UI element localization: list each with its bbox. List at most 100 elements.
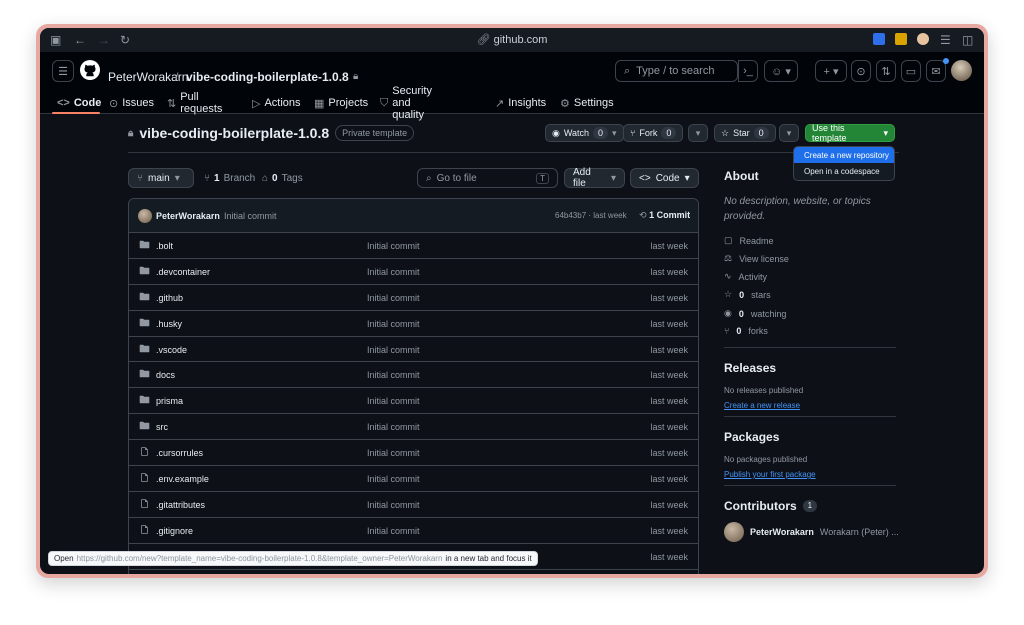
file-commit-message[interactable]: Initial commit	[367, 293, 420, 303]
create-release-link[interactable]: Create a new release	[724, 401, 800, 410]
file-name[interactable]: .cursorrules	[156, 448, 203, 458]
file-name[interactable]: .env.example	[156, 474, 209, 484]
file-name[interactable]: .gitignore	[156, 526, 193, 536]
activity-link[interactable]: ∿ Activity	[724, 271, 767, 282]
file-name[interactable]: .vscode	[156, 345, 187, 355]
file-row[interactable]: .husky Initial commit last week	[129, 311, 698, 337]
tab-insights[interactable]: ↗ Insights	[495, 92, 546, 114]
search-input[interactable]: ⌕ Type / to search	[615, 60, 738, 82]
issues-button[interactable]: ⊙	[851, 60, 871, 82]
packages-title[interactable]: Packages	[724, 430, 779, 444]
contributor-item[interactable]: PeterWorakarn Worakarn (Peter) ...	[724, 522, 899, 542]
star-button[interactable]: ☆ Star 0	[714, 124, 776, 142]
watch-button[interactable]: ◉ Watch 0 ▾	[545, 124, 624, 142]
tags-link[interactable]: ⌂ 0 Tags	[262, 173, 303, 184]
use-template-button[interactable]: Use this template ▾	[805, 123, 895, 143]
file-row[interactable]: docs Initial commit last week	[129, 362, 698, 389]
releases-title[interactable]: Releases	[724, 361, 776, 375]
file-name[interactable]: .gitattributes	[156, 500, 205, 510]
github-logo-icon[interactable]	[80, 60, 100, 80]
commit-hash-time[interactable]: 64b43b7 · last week	[555, 211, 627, 220]
commit-message[interactable]: Initial commit	[224, 211, 277, 221]
menu-button[interactable]: ☰	[52, 60, 74, 82]
commit-author[interactable]: PeterWorakarn	[156, 211, 220, 221]
file-name[interactable]: .bolt	[156, 241, 173, 251]
create-repository-option[interactable]: Create a new repository	[794, 147, 894, 163]
commit-count-link[interactable]: ⟲ 1 Commit	[639, 210, 690, 221]
tab-settings[interactable]: ⚙ Settings	[560, 92, 614, 114]
split-view-icon[interactable]: ◫	[962, 33, 973, 47]
breadcrumb-repo[interactable]: vibe-coding-boilerplate-1.0.8	[186, 70, 349, 84]
contributor-username[interactable]: PeterWorakarn	[750, 527, 814, 537]
star-dropdown-button[interactable]: ▾	[779, 124, 799, 142]
contributors-title[interactable]: Contributors	[724, 499, 797, 513]
tab-code[interactable]: <> Code	[57, 92, 101, 114]
stars-link[interactable]: ☆ 0 stars	[724, 289, 771, 300]
file-name[interactable]: prisma	[156, 396, 183, 406]
open-codespace-option[interactable]: Open in a codespace	[794, 163, 894, 179]
copilot-button[interactable]: ☺ ▾	[764, 60, 798, 82]
file-commit-message[interactable]: Initial commit	[367, 370, 420, 380]
extension-avatar-icon[interactable]	[917, 33, 929, 45]
tab-issues[interactable]: ⊙ Issues	[109, 92, 154, 114]
repo-name[interactable]: vibe-coding-boilerplate-1.0.8	[139, 125, 329, 141]
file-name[interactable]: .husky	[156, 319, 182, 329]
tab-projects[interactable]: ▦ Projects	[314, 92, 368, 114]
file-commit-message[interactable]: Initial commit	[367, 526, 420, 536]
file-commit-time: last week	[650, 241, 688, 251]
repositories-button[interactable]: ▭	[901, 60, 921, 82]
publish-package-link[interactable]: Publish your first package	[724, 470, 816, 479]
file-row[interactable]: .devcontainer Initial commit last week	[129, 259, 698, 285]
file-commit-message[interactable]: Initial commit	[367, 396, 420, 406]
file-commit-message[interactable]: Initial commit	[367, 422, 420, 432]
readme-link[interactable]: ▢ Readme	[724, 235, 774, 246]
file-row[interactable]: prisma Initial commit last week	[129, 388, 698, 415]
file-commit-message[interactable]: Initial commit	[367, 241, 420, 251]
file-row[interactable]: .gitignore Initial commit last week	[129, 518, 698, 544]
extension-list-icon[interactable]: ☰	[940, 33, 951, 47]
file-row[interactable]: .github Initial commit last week	[129, 285, 698, 311]
tab-security[interactable]: ⛉ Security and quality	[380, 85, 432, 121]
inbox-button[interactable]: ✉	[926, 60, 946, 82]
branches-link[interactable]: ⑂ 1 Branch	[204, 173, 255, 184]
license-link[interactable]: ⚖ View license	[724, 253, 789, 264]
fork-button[interactable]: ⑂ Fork 0	[623, 124, 684, 142]
fork-dropdown-button[interactable]: ▾	[688, 124, 708, 142]
tab-actions[interactable]: ▷ Actions	[252, 92, 301, 114]
file-name[interactable]: src	[156, 422, 168, 432]
eye-icon: ◉	[724, 308, 732, 318]
watch-count: 0	[593, 127, 609, 139]
file-row[interactable]: src Initial commit last week	[129, 414, 698, 441]
file-row[interactable]: .vscode Initial commit last week	[129, 337, 698, 363]
extension-shield-icon[interactable]	[873, 33, 885, 45]
file-commit-message[interactable]: Initial commit	[367, 267, 420, 277]
tab-pull-requests[interactable]: ⇅ Pull requests	[167, 91, 222, 115]
forks-link[interactable]: ⑂ 0 forks	[724, 326, 768, 336]
watchers-link[interactable]: ◉ 0 watching	[724, 308, 786, 319]
file-commit-message[interactable]: Initial commit	[367, 319, 420, 329]
go-to-file-input[interactable]: ⌕ Go to file T	[417, 168, 558, 188]
chevron-down-icon: ▾	[684, 172, 690, 184]
extension-folder-icon[interactable]	[895, 33, 907, 45]
file-commit-message[interactable]: Initial commit	[367, 448, 420, 458]
create-new-button[interactable]: + ▾	[815, 60, 847, 82]
code-button[interactable]: <> Code ▾	[630, 168, 699, 188]
file-row[interactable]: .cursorrules Initial commit last week	[129, 440, 698, 467]
file-name[interactable]: .devcontainer	[156, 267, 210, 277]
file-name[interactable]: docs	[156, 370, 175, 380]
address-bar[interactable]: 🔗︎ github.com	[40, 33, 984, 46]
add-file-button[interactable]: Add file ▾	[564, 167, 625, 189]
pull-requests-button[interactable]: ⇅	[876, 60, 896, 82]
contributor-avatar[interactable]	[724, 522, 744, 542]
file-commit-message[interactable]: Initial commit	[367, 345, 420, 355]
branch-select[interactable]: ⑂ main ▾	[128, 168, 194, 188]
file-row[interactable]: .gitattributes Initial commit last week	[129, 492, 698, 518]
user-avatar[interactable]	[951, 60, 972, 81]
file-commit-message[interactable]: Initial commit	[367, 474, 420, 484]
file-row[interactable]: .env.example Initial commit last week	[129, 466, 698, 492]
file-commit-message[interactable]: Initial commit	[367, 500, 420, 510]
file-row[interactable]: .bolt Initial commit last week	[129, 233, 698, 259]
file-name[interactable]: .github	[156, 293, 183, 303]
author-avatar[interactable]	[138, 209, 152, 223]
command-palette-button[interactable]: ›_	[738, 60, 758, 82]
